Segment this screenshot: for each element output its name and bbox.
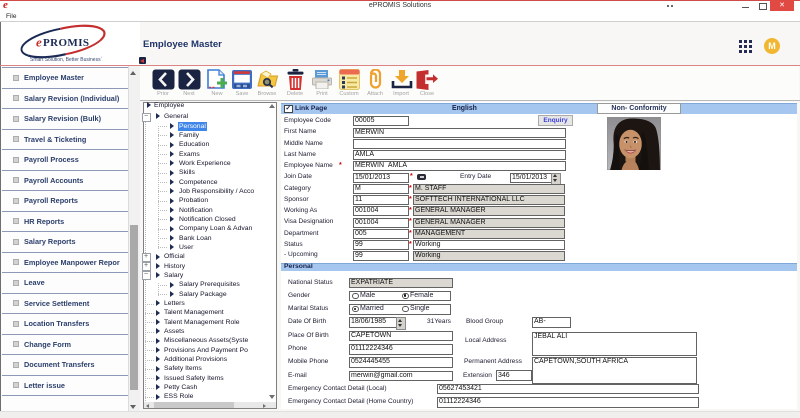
svg-text:Smart Solution, Better Busines: Smart Solution, Better Businessʾ xyxy=(30,56,103,63)
svg-text:e: e xyxy=(36,35,42,50)
svg-text:PROMIS: PROMIS xyxy=(43,37,89,49)
